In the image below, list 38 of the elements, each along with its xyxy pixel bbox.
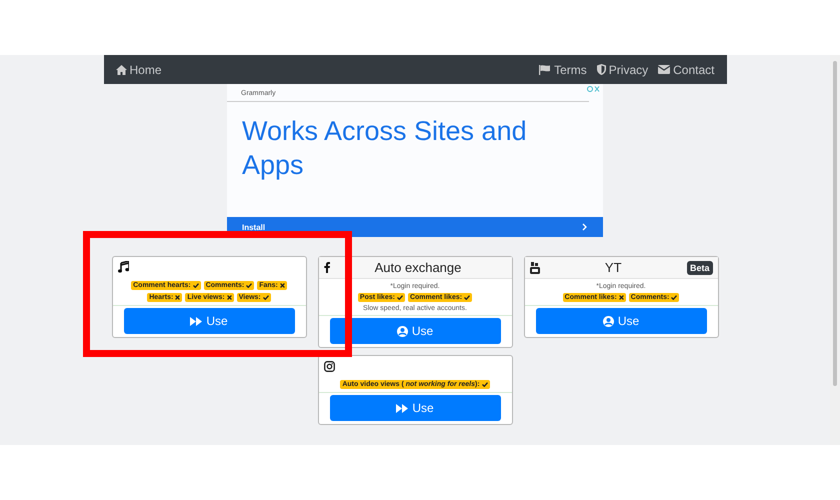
- use-button[interactable]: Use: [330, 318, 500, 344]
- card-title: YT: [604, 260, 623, 275]
- cross-icon: [280, 283, 285, 288]
- music-note-icon: [118, 261, 128, 273]
- envelope-icon: [658, 65, 670, 74]
- cross-icon: [226, 295, 232, 300]
- scrollbar[interactable]: [830, 55, 840, 445]
- flag-icon: [539, 64, 552, 74]
- user-circle-icon: [602, 316, 614, 326]
- chevron-right-icon: [582, 223, 587, 231]
- ad-headline: Works Across Sites and Apps: [241, 115, 528, 182]
- ad-choices-icon[interactable]: [587, 86, 600, 92]
- shield-icon: [596, 64, 606, 75]
- cross-icon: [175, 295, 180, 300]
- check-icon: [192, 283, 199, 288]
- check-icon: [482, 382, 488, 387]
- beta-badge: Beta: [686, 260, 712, 274]
- fast-forward-icon: [396, 404, 408, 412]
- check-icon: [246, 283, 252, 288]
- card-title: Auto exchange: [374, 260, 462, 275]
- nav-link[interactable]: Contact: [658, 62, 714, 76]
- install-button[interactable]: Install: [227, 217, 603, 237]
- nav-link[interactable]: Terms: [539, 62, 587, 76]
- instagram-icon: [324, 360, 334, 372]
- home-link[interactable]: Home: [116, 62, 162, 76]
- use-button[interactable]: Use: [536, 308, 706, 334]
- nav-link[interactable]: Privacy: [596, 62, 648, 76]
- use-button[interactable]: Use: [330, 395, 500, 421]
- home-icon: [116, 64, 126, 74]
- use-button[interactable]: Use: [124, 308, 294, 334]
- check-icon: [464, 295, 470, 300]
- fast-forward-icon: [190, 316, 202, 326]
- check-icon: [671, 295, 678, 300]
- cross-icon: [618, 295, 624, 300]
- facebook-icon: [324, 262, 330, 273]
- check-icon: [262, 295, 269, 300]
- check-icon: [396, 295, 403, 300]
- user-circle-icon: [396, 326, 408, 336]
